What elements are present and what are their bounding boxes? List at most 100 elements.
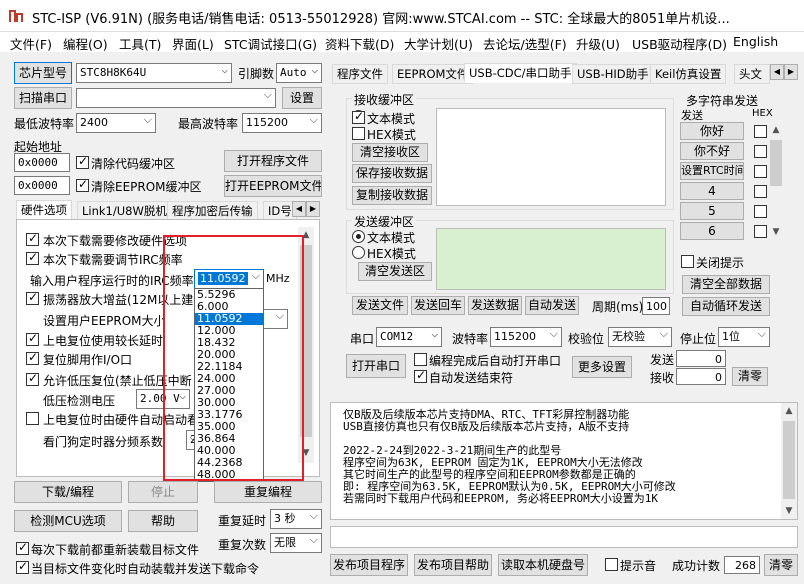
scroll-down-icon[interactable]: ▼ — [781, 503, 797, 519]
multi-send-button-5[interactable]: 5 — [680, 202, 744, 220]
beep-checkbox[interactable] — [605, 558, 618, 571]
period-input[interactable]: 100 — [642, 297, 670, 315]
menu-usb-driver[interactable]: USB驱动程序(D) — [632, 34, 727, 53]
menu-upgrade[interactable]: 升级(U) — [576, 34, 620, 53]
copy-receive-button[interactable]: 复制接收数据 — [352, 186, 432, 205]
lvd-checkbox[interactable] — [26, 371, 39, 386]
help-button[interactable]: 帮助 — [128, 510, 198, 532]
menu-english[interactable]: English — [733, 34, 778, 49]
clear-code-checkbox[interactable] — [76, 154, 89, 169]
multi-hex-checkbox-6[interactable] — [754, 225, 767, 238]
scroll-up-icon[interactable]: ▲ — [781, 403, 797, 419]
chip-model-select[interactable]: STC8H8K64U — [76, 63, 232, 83]
clear-eeprom-checkbox[interactable] — [76, 177, 89, 192]
recv-hex-mode-checkbox[interactable] — [352, 127, 365, 140]
repeat-program-button[interactable]: 重复编程 — [214, 481, 322, 503]
settings-button[interactable]: 设置 — [282, 87, 322, 109]
send-cr-button[interactable]: 发送回车 — [411, 296, 465, 315]
log-scrollbar[interactable]: ▲ ▼ — [781, 403, 797, 519]
multi-hex-checkbox-1[interactable] — [754, 125, 767, 138]
auto-open-port-checkbox[interactable] — [414, 353, 427, 366]
tab-usb-hid[interactable]: USB-HID助手 — [572, 64, 654, 84]
tab-link1[interactable]: Link1/U8W脱机 — [77, 201, 172, 221]
port-select[interactable] — [76, 88, 276, 108]
send-file-button[interactable]: 发送文件 — [352, 296, 408, 315]
clear-receive-button[interactable]: 清空接收区 — [352, 143, 428, 162]
multi-hex-checkbox-4[interactable] — [754, 185, 767, 198]
repeat-count-select[interactable]: 无限 — [270, 533, 322, 553]
scroll-thumb[interactable] — [770, 140, 782, 186]
download-program-button[interactable]: 下载/编程 — [14, 481, 122, 503]
menu-interface[interactable]: 界面(L) — [172, 34, 214, 53]
scroll-up-icon[interactable]: ▲ — [768, 122, 784, 138]
open-program-file-button[interactable]: 打开程序文件 — [224, 150, 322, 172]
recv-text-mode-checkbox[interactable] — [352, 109, 365, 124]
reload-checkbox[interactable] — [16, 540, 29, 555]
multi-send-button-3[interactable]: 设置RTC时间 — [680, 162, 744, 180]
tab-hardware-options[interactable]: 硬件选项 — [16, 200, 72, 220]
max-baud-select[interactable]: 115200 — [242, 113, 322, 133]
stop-bit-select[interactable]: 1位 — [718, 327, 770, 347]
scroll-down-icon[interactable]: ▼ — [768, 224, 784, 240]
multi-send-scrollbar[interactable]: ▲ ▼ — [768, 122, 784, 240]
receive-textarea[interactable] — [436, 108, 666, 206]
chip-type-button[interactable]: 芯片型号 — [14, 62, 72, 84]
clear-all-data-button[interactable]: 清空全部数据 — [682, 275, 770, 294]
tab-eeprom-file[interactable]: EEPROM文件 — [392, 64, 474, 84]
min-baud-select[interactable]: 2400 — [76, 113, 156, 133]
send-text-mode-radio[interactable] — [352, 230, 365, 243]
tab-header[interactable]: 头文 — [734, 64, 770, 84]
serial-port-select[interactable]: COM12 — [376, 327, 442, 347]
repeat-delay-select[interactable]: 3 秒 — [270, 509, 322, 529]
multi-send-button-2[interactable]: 你不好 — [680, 142, 744, 160]
multi-hex-checkbox-3[interactable] — [754, 165, 767, 178]
menu-docs[interactable]: 资料下载(D) — [325, 34, 394, 53]
reset-count-button[interactable]: 清零 — [732, 367, 768, 386]
scan-port-button[interactable]: 扫描串口 — [14, 87, 72, 109]
publish-help-button[interactable]: 发布项目帮助 — [414, 554, 492, 576]
start-address-eeprom-input[interactable]: 0x0000 — [14, 176, 70, 195]
tab-scroll-left-button[interactable]: ◀ — [292, 201, 306, 217]
menu-debug[interactable]: STC调试接口(G) — [224, 34, 317, 53]
tab-scroll-right-button[interactable]: ▶ — [306, 201, 320, 217]
tab-encrypt[interactable]: 程序加密后传输 — [167, 201, 258, 221]
reset-io-checkbox[interactable] — [26, 350, 39, 365]
stop-button[interactable]: 停止 — [128, 481, 198, 503]
multi-send-button-1[interactable]: 你好 — [680, 122, 744, 140]
menu-forum[interactable]: 去论坛/选型(F) — [483, 34, 567, 53]
multi-hex-checkbox-2[interactable] — [754, 145, 767, 158]
long-reset-checkbox[interactable] — [26, 331, 39, 346]
osc-gain-checkbox[interactable] — [26, 290, 39, 305]
autoload-checkbox[interactable] — [16, 559, 29, 574]
pins-select[interactable]: Auto — [276, 63, 322, 83]
clear-send-button[interactable]: 清空发送区 — [358, 262, 432, 281]
multi-send-button-4[interactable]: 4 — [680, 182, 744, 200]
wdt-checkbox[interactable] — [26, 412, 39, 425]
multi-hex-checkbox-5[interactable] — [754, 205, 767, 218]
open-serial-button[interactable]: 打开串口 — [346, 354, 406, 378]
right-tab-scroll-right-button[interactable]: ▶ — [784, 64, 798, 80]
parity-select[interactable]: 无校验 — [608, 327, 672, 347]
auto-end-checkbox[interactable] — [414, 368, 427, 383]
publish-program-button[interactable]: 发布项目程序 — [330, 554, 408, 576]
clear-success-count-button[interactable]: 清零 — [764, 554, 798, 576]
open-eeprom-file-button[interactable]: 打开EEPROM文件 — [224, 175, 322, 197]
read-disk-serial-button[interactable]: 读取本机硬盘号 — [498, 554, 588, 576]
adjust-irc-checkbox[interactable] — [26, 250, 39, 265]
close-hint-checkbox[interactable] — [681, 255, 694, 268]
auto-send-button[interactable]: 自动发送 — [525, 296, 579, 315]
send-hex-mode-radio[interactable] — [352, 246, 365, 259]
send-textarea[interactable] — [436, 228, 666, 290]
scroll-thumb[interactable] — [783, 421, 795, 499]
tab-usb-cdc[interactable]: USB-CDC/串口助手 — [464, 63, 577, 83]
right-tab-scroll-left-button[interactable]: ◀ — [770, 64, 784, 80]
tab-program-file[interactable]: 程序文件 — [332, 64, 388, 84]
baud-rate-select[interactable]: 115200 — [490, 327, 562, 347]
more-settings-button[interactable]: 更多设置 — [572, 356, 632, 378]
menu-file[interactable]: 文件(F) — [10, 34, 52, 53]
multi-send-button-6[interactable]: 6 — [680, 222, 744, 240]
modify-hw-checkbox[interactable] — [26, 231, 39, 246]
detect-mcu-button[interactable]: 检测MCU选项 — [14, 510, 122, 532]
menu-university[interactable]: 大学计划(U) — [404, 34, 473, 53]
send-data-button[interactable]: 发送数据 — [468, 296, 522, 315]
